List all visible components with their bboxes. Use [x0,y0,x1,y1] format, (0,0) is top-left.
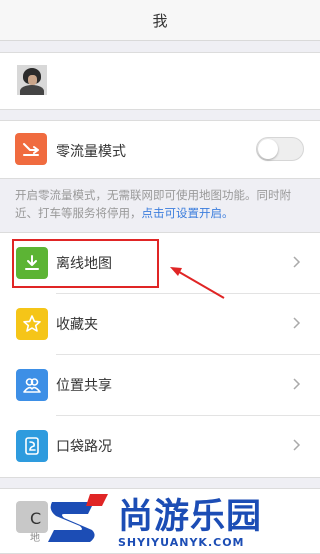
menu-item-favorites[interactable]: 收藏夹 [0,294,320,354]
zero-traffic-description: 开启零流量模式，无需联网即可使用地图功能。同时附近、打车等服务将停用，点击可设置… [15,186,307,222]
chevron-right-icon [290,314,304,332]
watermark-brand: 尚游乐园 [118,497,263,537]
menu-item-pocket-traffic[interactable]: 口袋路况 [0,416,320,476]
avatar[interactable] [17,65,47,95]
page-header: 我 [0,0,320,41]
menu-item-label: 位置共享 [56,378,112,394]
zero-traffic-icon [15,133,47,165]
watermark: 尚游乐园 SHYIYUANYK.COM [40,490,310,552]
traffic-icon [16,430,48,462]
people-icon [16,369,48,401]
settings-link[interactable]: 点击可设置开启。 [142,206,234,220]
menu-item-location-share[interactable]: 位置共享 [0,355,320,415]
toggle-knob [258,139,278,159]
zero-traffic-toggle[interactable] [256,137,304,161]
partial-subtitle: 地 [30,533,40,544]
zero-traffic-row: 零流量模式 [0,120,320,179]
chevron-right-icon [290,436,304,454]
watermark-logo-icon [48,494,108,542]
chevron-right-icon [290,253,304,271]
watermark-url: SHYIYUANYK.COM [118,536,245,549]
page-title: 我 [152,11,168,30]
chevron-right-icon [290,375,304,393]
menu-item-label: 收藏夹 [56,317,98,333]
menu-item-label: 口袋路况 [56,439,112,455]
profile-card[interactable] [0,52,320,110]
highlight-box [12,239,159,288]
star-icon [16,308,48,340]
zero-traffic-label: 零流量模式 [56,144,126,160]
